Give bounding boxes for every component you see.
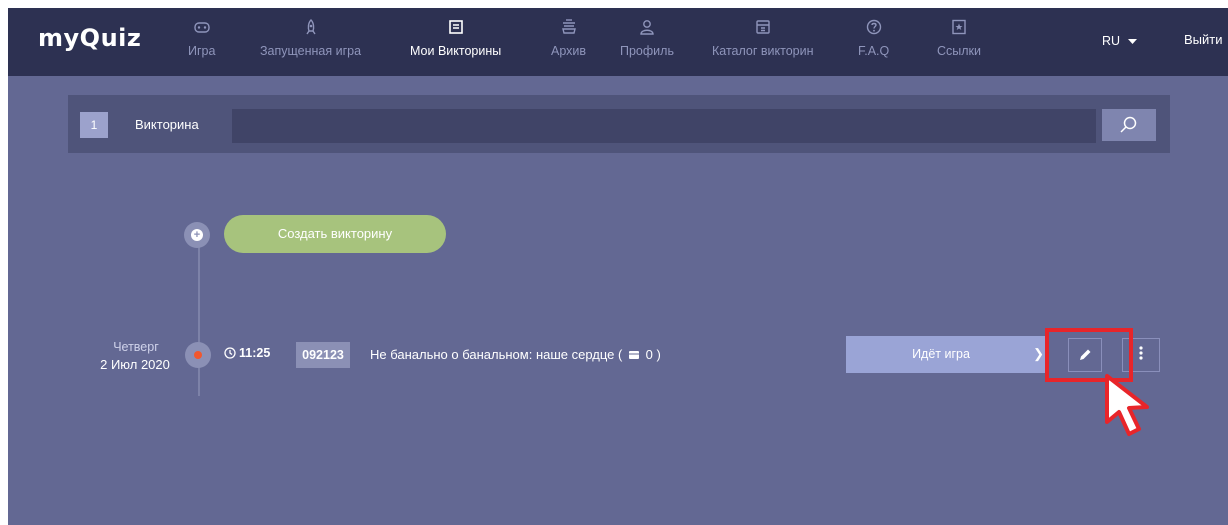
nav-item-catalog[interactable]: Каталог викторин [712,18,814,58]
game-code-badge: 092123 [296,342,350,368]
plus-icon: + [191,229,203,241]
question-icon [858,18,889,40]
live-dot-icon [194,351,202,359]
nav-label: Игра [188,44,216,58]
vertical-dots-icon [1139,346,1143,363]
nav-label: Мои Викторины [410,44,502,58]
nav-item-faq[interactable]: F.A.Q [858,18,889,58]
nav-label: Ссылки [937,44,982,58]
item-time-value: 11:25 [239,346,271,360]
search-button[interactable] [1102,109,1156,141]
catalog-icon [712,18,814,40]
top-navigation-bar: myQuiz Игра Запущенная игра Мои Викторин… [8,8,1228,76]
logo-prefix: my [38,24,80,52]
search-filter-label: Викторина [135,117,199,132]
language-selector[interactable]: RU [1102,34,1137,48]
logo-q: Q [79,24,101,52]
language-value: RU [1102,34,1121,48]
create-quiz-button[interactable]: Создать викторину [224,215,446,253]
nav-label: Каталог викторин [712,44,814,58]
nav-label: Запущенная игра [260,44,362,58]
add-quiz-circle[interactable]: + [184,222,210,248]
logout-link[interactable]: Выйти [1184,32,1223,47]
app-window: myQuiz Игра Запущенная игра Мои Викторин… [8,8,1228,525]
logo[interactable]: myQuiz [38,24,141,52]
quiz-title-text: Не банально о банальном: наше сердце ( [370,347,623,362]
chevron-right-icon: ❯ [1033,346,1044,361]
nav-item-links[interactable]: Ссылки [937,18,981,58]
bookmark-icon [937,18,981,40]
user-icon [620,18,674,40]
nav-label: F.A.Q [858,44,890,58]
caret-down-icon [1124,34,1137,48]
nav-item-profile[interactable]: Профиль [620,18,674,58]
quiz-list-icon [410,18,501,40]
item-weekday: Четверг [113,340,159,354]
nav-label: Архив [551,44,587,58]
quiz-title[interactable]: Не банально о банальном: наше сердце ( 0… [370,347,661,362]
timeline-line [198,226,200,396]
nav-item-my-quizzes[interactable]: Мои Викторины [410,18,501,58]
team-count-icon [626,347,642,362]
team-count: 0 ) [645,347,661,362]
clock-icon [224,346,239,360]
gamepad-icon [188,18,215,40]
search-filter-count[interactable]: 1 [80,112,108,138]
nav-item-archive[interactable]: Архив [551,18,586,58]
rocket-icon [260,18,361,40]
search-input[interactable] [232,109,1096,143]
live-indicator [185,342,211,368]
game-status-label: Идёт игра [912,347,970,361]
mouse-pointer-icon [1103,372,1171,445]
game-status-button[interactable]: Идёт игра ❯ [846,336,1048,373]
item-date: 2 Июл 2020 [100,357,170,372]
logo-suffix: uiz [100,24,142,52]
archive-icon [551,18,586,40]
nav-label: Профиль [620,44,674,58]
item-time: 11:25 [224,346,270,360]
nav-item-game[interactable]: Игра [188,18,215,58]
quiz-search-bar: 1 Викторина [68,95,1170,153]
nav-item-running-game[interactable]: Запущенная игра [260,18,361,58]
